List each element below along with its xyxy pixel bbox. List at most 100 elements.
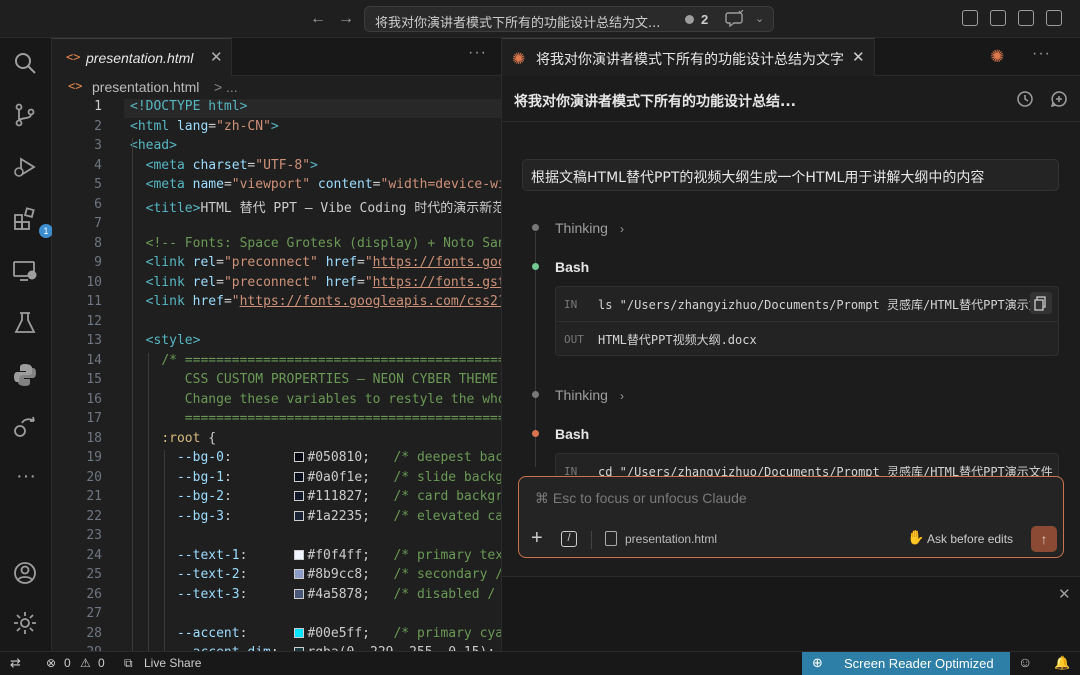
screen-reader-button[interactable]: ⊕ Screen Reader Optimized [802, 652, 1010, 675]
chevron-right-icon[interactable]: › [620, 222, 624, 236]
error-count[interactable]: 0 [64, 656, 71, 670]
chevron-right-icon[interactable]: › [620, 389, 624, 403]
line-number: 17 [86, 411, 102, 426]
error-icon[interactable]: ⊗ [46, 656, 56, 670]
history-clock-icon[interactable] [1016, 90, 1034, 108]
bash-tool-label: Bash [555, 426, 590, 442]
live-share-icon[interactable]: ⧉ [124, 656, 133, 671]
breadcrumb-file[interactable]: presentation.html [92, 79, 199, 95]
breadcrumb-separator: > [214, 79, 223, 95]
code-line: --bg-0: #050810; /* deepest bac [176, 450, 501, 465]
in-label: IN [564, 298, 578, 311]
breadcrumb-symbol[interactable]: ... [226, 79, 238, 95]
html-file-icon: <> [66, 50, 81, 64]
context-file[interactable]: presentation.html [625, 532, 717, 546]
live-share-icon[interactable] [12, 414, 40, 442]
new-chat-icon[interactable] [1050, 90, 1068, 108]
chat-icon[interactable] [725, 9, 745, 33]
code-line: <!-- Fonts: Space Grotesk (display) + No… [145, 235, 501, 251]
screen-reader-label: Screen Reader Optimized [844, 656, 994, 671]
file-icon [605, 531, 617, 546]
code-line: --bg-1: #0a0f1e; /* slide backg [176, 469, 501, 485]
gear-icon[interactable] [12, 610, 40, 638]
copy-button[interactable] [1030, 292, 1052, 314]
more-actions-icon[interactable]: ··· [468, 44, 487, 62]
line-number: 26 [86, 586, 102, 602]
code-line: --text-2: #8b9cc8; /* secondary / [176, 567, 501, 582]
warning-count[interactable]: 0 [98, 656, 105, 670]
toggle-secondary-sidebar-icon[interactable] [1046, 10, 1062, 26]
code-line: <link rel="preconnect" href="https://fon… [145, 255, 501, 270]
indent-guide [132, 138, 133, 651]
line-number: 12 [86, 313, 102, 329]
indent-guide [148, 353, 149, 651]
prompt-composer[interactable]: ⌘ Esc to focus or unfocus Claude + / pre… [518, 476, 1064, 558]
more-actions-icon[interactable]: ··· [1032, 45, 1051, 63]
claude-panel: ✺ 将我对你演讲者模式下所有的功能设计总结为文字 ✕ ✺ ··· 将我对你演讲者… [501, 38, 1080, 651]
line-number: 28 [86, 625, 102, 641]
conversation-header: 将我对你演讲者模式下所有的功能设计总结... [502, 76, 1080, 122]
customize-layout-icon[interactable] [962, 10, 978, 26]
code-line: <style> [145, 333, 201, 348]
zoom-icon: ⊕ [812, 655, 823, 670]
claude-tab-bar: ✺ 将我对你演讲者模式下所有的功能设计总结为文字 ✕ ✺ ··· [502, 38, 1080, 76]
conversation-title[interactable]: 将我对你演讲者模式下所有的功能设计总结... [514, 91, 796, 111]
claude-spark-icon[interactable]: ✺ [990, 47, 1004, 67]
copilot-icon[interactable]: ☺ [1018, 654, 1032, 670]
line-number: 16 [86, 391, 102, 407]
send-button[interactable]: ↑ [1031, 526, 1057, 552]
tab-claude-conversation[interactable]: ✺ 将我对你演讲者模式下所有的功能设计总结为文字 ✕ [502, 38, 875, 76]
bash-output-box: IN ls "/Users/zhangyizhuo/Documents/Prom… [555, 286, 1059, 356]
user-message: 根据文稿HTML替代PPT的视频大纲生成一个HTML用于讲解大纲中的内容 [522, 159, 1059, 191]
prompt-input-placeholder[interactable]: ⌘ Esc to focus or unfocus Claude [535, 490, 747, 507]
code-line: <link rel="preconnect" href="https://fon… [145, 274, 501, 290]
line-number: 5 [94, 177, 102, 192]
account-icon[interactable] [12, 560, 40, 588]
code-editor[interactable]: 1 2 3 4 5 6 7 8 9 10 11 12 13 14 15 16 17 18 19 20 21 22 23 24 2… [52, 98, 501, 651]
warning-icon[interactable]: ⚠ [80, 656, 91, 670]
source-control-icon[interactable] [12, 102, 40, 130]
python-icon[interactable] [12, 362, 40, 390]
close-icon[interactable]: ✕ [852, 48, 865, 66]
line-number: 24 [86, 547, 102, 563]
line-number: 3 [94, 138, 102, 153]
line-number: 25 [86, 567, 102, 582]
toggle-panel-icon[interactable] [1018, 10, 1034, 26]
thinking-toggle[interactable]: Thinking [555, 387, 608, 403]
toggle-primary-sidebar-icon[interactable] [990, 10, 1006, 26]
code-line: <title>HTML 替代 PPT — Vibe Coding 时代的演示新范 [145, 200, 501, 216]
back-arrow-icon[interactable]: ← [308, 9, 328, 29]
tab-presentation-html[interactable]: <> presentation.html ✕ [52, 38, 232, 76]
line-number: 10 [86, 274, 102, 290]
remote-indicator-icon[interactable]: ⇄ [10, 655, 21, 671]
close-icon[interactable]: ✕ [1058, 585, 1071, 603]
code-line: --bg-3: #1a2235; /* elevated ca [176, 508, 501, 524]
forward-arrow-icon[interactable]: → [336, 9, 356, 29]
remote-explorer-icon[interactable] [12, 258, 40, 286]
line-number: 21 [86, 489, 102, 504]
slash-command-icon[interactable]: / [561, 531, 577, 547]
search-icon[interactable] [12, 50, 40, 78]
chevron-down-icon[interactable]: ⌄ [755, 12, 764, 25]
line-number: 11 [86, 294, 102, 309]
code-line: <link href="https://fonts.googleapis.com… [145, 294, 501, 309]
testing-flask-icon[interactable] [12, 310, 40, 338]
code-line: --text-3: #4a5878; /* disabled / [176, 586, 501, 602]
code-line: --accent: #00e5ff; /* primary cya [176, 625, 501, 641]
edit-mode-toggle[interactable]: Ask before edits [927, 532, 1013, 546]
command-center[interactable]: 将我对你演讲者模式下所有的功能设计总结为文... 2 ⌄ [364, 6, 774, 32]
tab-label: presentation.html [86, 50, 194, 66]
more-icon[interactable]: ··· [12, 466, 40, 494]
live-share-button[interactable]: Live Share [144, 656, 201, 670]
pending-dot-icon [685, 15, 694, 24]
line-number: 4 [94, 157, 102, 173]
thinking-toggle[interactable]: Thinking [555, 220, 608, 236]
notifications-bell-icon[interactable]: 🔔 [1054, 655, 1070, 671]
command-center-text: 将我对你演讲者模式下所有的功能设计总结为文... [375, 16, 661, 31]
bash-success-dot-icon [532, 263, 539, 270]
close-icon[interactable]: ✕ [210, 48, 223, 66]
code-line: CSS CUSTOM PROPERTIES — NEON CYBER THEME [130, 372, 498, 387]
extensions-icon[interactable]: 1 [12, 206, 53, 238]
add-attachment-icon[interactable]: + [531, 527, 543, 550]
run-debug-icon[interactable] [12, 154, 40, 182]
